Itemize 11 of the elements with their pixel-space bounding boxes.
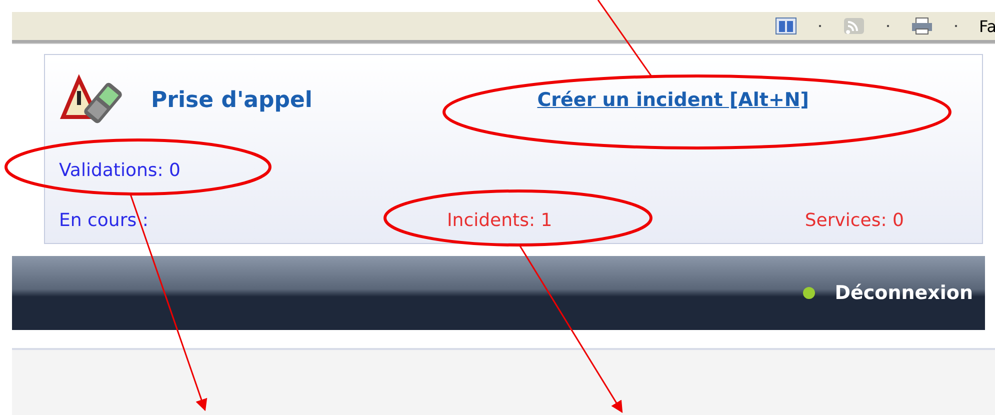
validations-count: Validations: 0 bbox=[59, 160, 182, 180]
status-dot-icon bbox=[802, 287, 815, 299]
incidents-count: Incidents: 1 bbox=[447, 210, 552, 230]
in-progress-label: En cours : bbox=[59, 210, 150, 230]
panel-title: Prise d'appel bbox=[151, 88, 312, 112]
page-icon[interactable] bbox=[775, 17, 797, 35]
toolbar-label[interactable]: Fa bbox=[979, 16, 995, 36]
print-icon[interactable] bbox=[911, 17, 933, 35]
create-incident-link[interactable]: Créer un incident [Alt+N] bbox=[537, 89, 809, 111]
logout-link[interactable]: Déconnexion bbox=[834, 282, 973, 304]
services-count: Services: 0 bbox=[804, 210, 904, 230]
